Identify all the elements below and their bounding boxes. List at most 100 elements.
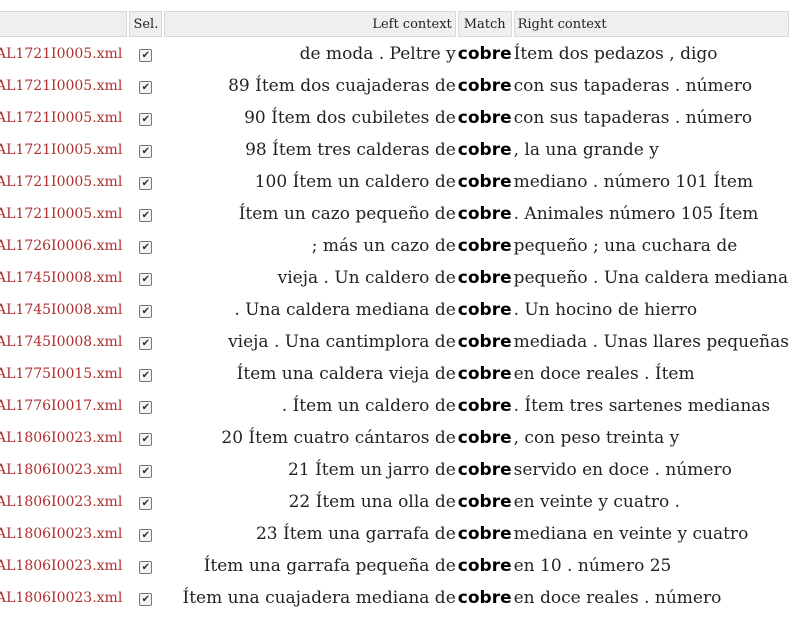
right-context-cell: . Un hocino de hierro — [513, 300, 698, 320]
left-context-cell: Ítem una garrafa pequeña de — [203, 556, 456, 576]
file-link[interactable]: AL1806I0023.xml — [0, 590, 122, 606]
match-column-header: Match — [457, 11, 512, 37]
right-context-cell: con sus tapaderas . número — [513, 76, 753, 96]
match-cell: cobre — [457, 588, 512, 608]
match-cell: cobre — [457, 140, 512, 160]
select-checkbox[interactable]: ✔ — [139, 144, 153, 158]
match-cell: cobre — [457, 460, 512, 480]
file-link[interactable]: AL1726I0006.xml — [0, 238, 122, 254]
sel-cell: ✔ — [129, 199, 162, 229]
sel-cell: ✔ — [129, 231, 162, 261]
file-link[interactable]: AL1721I0005.xml — [0, 46, 122, 62]
select-checkbox[interactable]: ✔ — [139, 272, 153, 286]
select-checkbox[interactable]: ✔ — [139, 432, 153, 446]
right-context-cell: mediana en veinte y cuatro — [513, 524, 749, 544]
sel-cell: ✔ — [129, 167, 162, 197]
table-row: AL1721I0005.xml ✔ 98 Ítem tres calderas de… — [0, 135, 789, 165]
file-link[interactable]: AL1806I0023.xml — [0, 430, 122, 446]
file-link[interactable]: AL1806I0023.xml — [0, 494, 122, 510]
select-checkbox[interactable]: ✔ — [139, 208, 153, 222]
file-cell: AL1806I0023.xml — [0, 583, 127, 613]
match-cell: cobre — [457, 364, 512, 384]
file-cell: AL1776I0017.xml — [0, 391, 127, 421]
select-checkbox[interactable]: ✔ — [139, 464, 153, 478]
table-row: AL1721I0005.xml ✔ 89 Ítem dos cuajaderas d… — [0, 71, 789, 101]
right-context-cell: en veinte y cuatro . — [513, 492, 680, 512]
file-link[interactable]: AL1721I0005.xml — [0, 174, 122, 190]
select-checkbox[interactable]: ✔ — [139, 528, 153, 542]
right-context-cell: servido en doce . número — [513, 460, 732, 480]
table-row: AL1806I0023.xml ✔ 22 Ítem una olla de cobre… — [0, 487, 789, 517]
select-checkbox[interactable]: ✔ — [139, 176, 153, 190]
sel-cell: ✔ — [129, 359, 162, 389]
match-cell: cobre — [457, 76, 512, 96]
file-link[interactable]: AL1721I0005.xml — [0, 142, 122, 158]
select-checkbox[interactable]: ✔ — [139, 240, 153, 254]
select-checkbox[interactable]: ✔ — [139, 304, 153, 318]
table-row: AL1726I0006.xml ✔ ; más un cazo de cobre peq… — [0, 231, 789, 261]
file-link[interactable]: AL1806I0023.xml — [0, 526, 122, 542]
match-cell: cobre — [457, 236, 512, 256]
file-cell: AL1726I0006.xml — [0, 231, 127, 261]
match-cell: cobre — [457, 524, 512, 544]
match-cell: cobre — [457, 332, 512, 352]
select-checkbox[interactable]: ✔ — [139, 560, 153, 574]
file-link[interactable]: AL1806I0023.xml — [0, 558, 122, 574]
left-context-cell: de moda . Peltre y — [299, 44, 456, 64]
file-link[interactable]: AL1721I0005.xml — [0, 110, 122, 126]
right-context-cell: con sus tapaderas . número — [513, 108, 753, 128]
header-row: Sel. Left context Match Right context — [0, 11, 789, 37]
file-link[interactable]: AL1776I0017.xml — [0, 398, 122, 414]
right-context-cell: . Animales número 105 Ítem — [513, 204, 759, 224]
file-cell: AL1721I0005.xml — [0, 135, 127, 165]
left-context-cell: 23 Ítem una garrafa de — [255, 524, 456, 544]
file-cell: AL1721I0005.xml — [0, 39, 127, 69]
right-context-cell: en 10 . número 25 — [513, 556, 672, 576]
table-row: AL1775I0015.xml ✔ Ítem una caldera vieja d… — [0, 359, 789, 389]
right-context-cell: , con peso treinta y — [513, 428, 680, 448]
left-context-cell: 21 Ítem un jarro de — [288, 460, 456, 480]
left-context-cell: 20 Ítem cuatro cántaros de — [221, 428, 456, 448]
file-link[interactable]: AL1721I0005.xml — [0, 78, 122, 94]
sel-cell: ✔ — [129, 519, 162, 549]
table-row: AL1806I0023.xml ✔ Ítem una cuajadera media… — [0, 583, 789, 613]
select-checkbox[interactable]: ✔ — [139, 336, 153, 350]
match-cell: cobre — [457, 172, 512, 192]
left-context-cell: Ítem un cazo pequeño de — [238, 204, 456, 224]
sel-cell: ✔ — [129, 391, 162, 421]
select-checkbox[interactable]: ✔ — [139, 112, 153, 126]
select-checkbox[interactable]: ✔ — [139, 496, 153, 510]
select-checkbox[interactable]: ✔ — [139, 368, 153, 382]
right-context-column-header: Right context — [513, 11, 789, 37]
file-cell: AL1721I0005.xml — [0, 103, 127, 133]
select-checkbox[interactable]: ✔ — [139, 592, 153, 606]
sel-cell: ✔ — [129, 263, 162, 293]
file-cell: AL1806I0023.xml — [0, 519, 127, 549]
table-row: AL1745I0008.xml ✔ vieja . Una cantimplora … — [0, 327, 789, 357]
right-context-cell: en doce reales . número — [513, 588, 722, 608]
file-link[interactable]: AL1745I0008.xml — [0, 270, 122, 286]
file-link[interactable]: AL1775I0015.xml — [0, 366, 122, 382]
file-cell: AL1806I0023.xml — [0, 455, 127, 485]
select-checkbox[interactable]: ✔ — [139, 80, 153, 94]
select-checkbox[interactable]: ✔ — [139, 48, 153, 62]
match-cell: cobre — [457, 492, 512, 512]
left-context-cell: 90 Ítem dos cubiletes de — [244, 108, 456, 128]
file-link[interactable]: AL1745I0008.xml — [0, 302, 122, 318]
sel-cell: ✔ — [129, 103, 162, 133]
left-context-cell: . Una caldera mediana de — [234, 300, 456, 320]
right-context-cell: Ítem dos pedazos , digo — [513, 44, 718, 64]
sel-cell: ✔ — [129, 71, 162, 101]
file-link[interactable]: AL1806I0023.xml — [0, 462, 122, 478]
match-cell: cobre — [457, 204, 512, 224]
match-cell: cobre — [457, 428, 512, 448]
file-cell: AL1721I0005.xml — [0, 71, 127, 101]
sel-cell: ✔ — [129, 455, 162, 485]
file-link[interactable]: AL1745I0008.xml — [0, 334, 122, 350]
table-row: AL1806I0023.xml ✔ 23 Ítem una garrafa de co… — [0, 519, 789, 549]
table-row: AL1776I0017.xml ✔ . Ítem un caldero de cobr… — [0, 391, 789, 421]
table-row: AL1721I0005.xml ✔ Ítem un cazo pequeño de c… — [0, 199, 789, 229]
right-context-cell: mediano . número 101 Ítem — [513, 172, 754, 192]
file-link[interactable]: AL1721I0005.xml — [0, 206, 122, 222]
select-checkbox[interactable]: ✔ — [139, 400, 153, 414]
